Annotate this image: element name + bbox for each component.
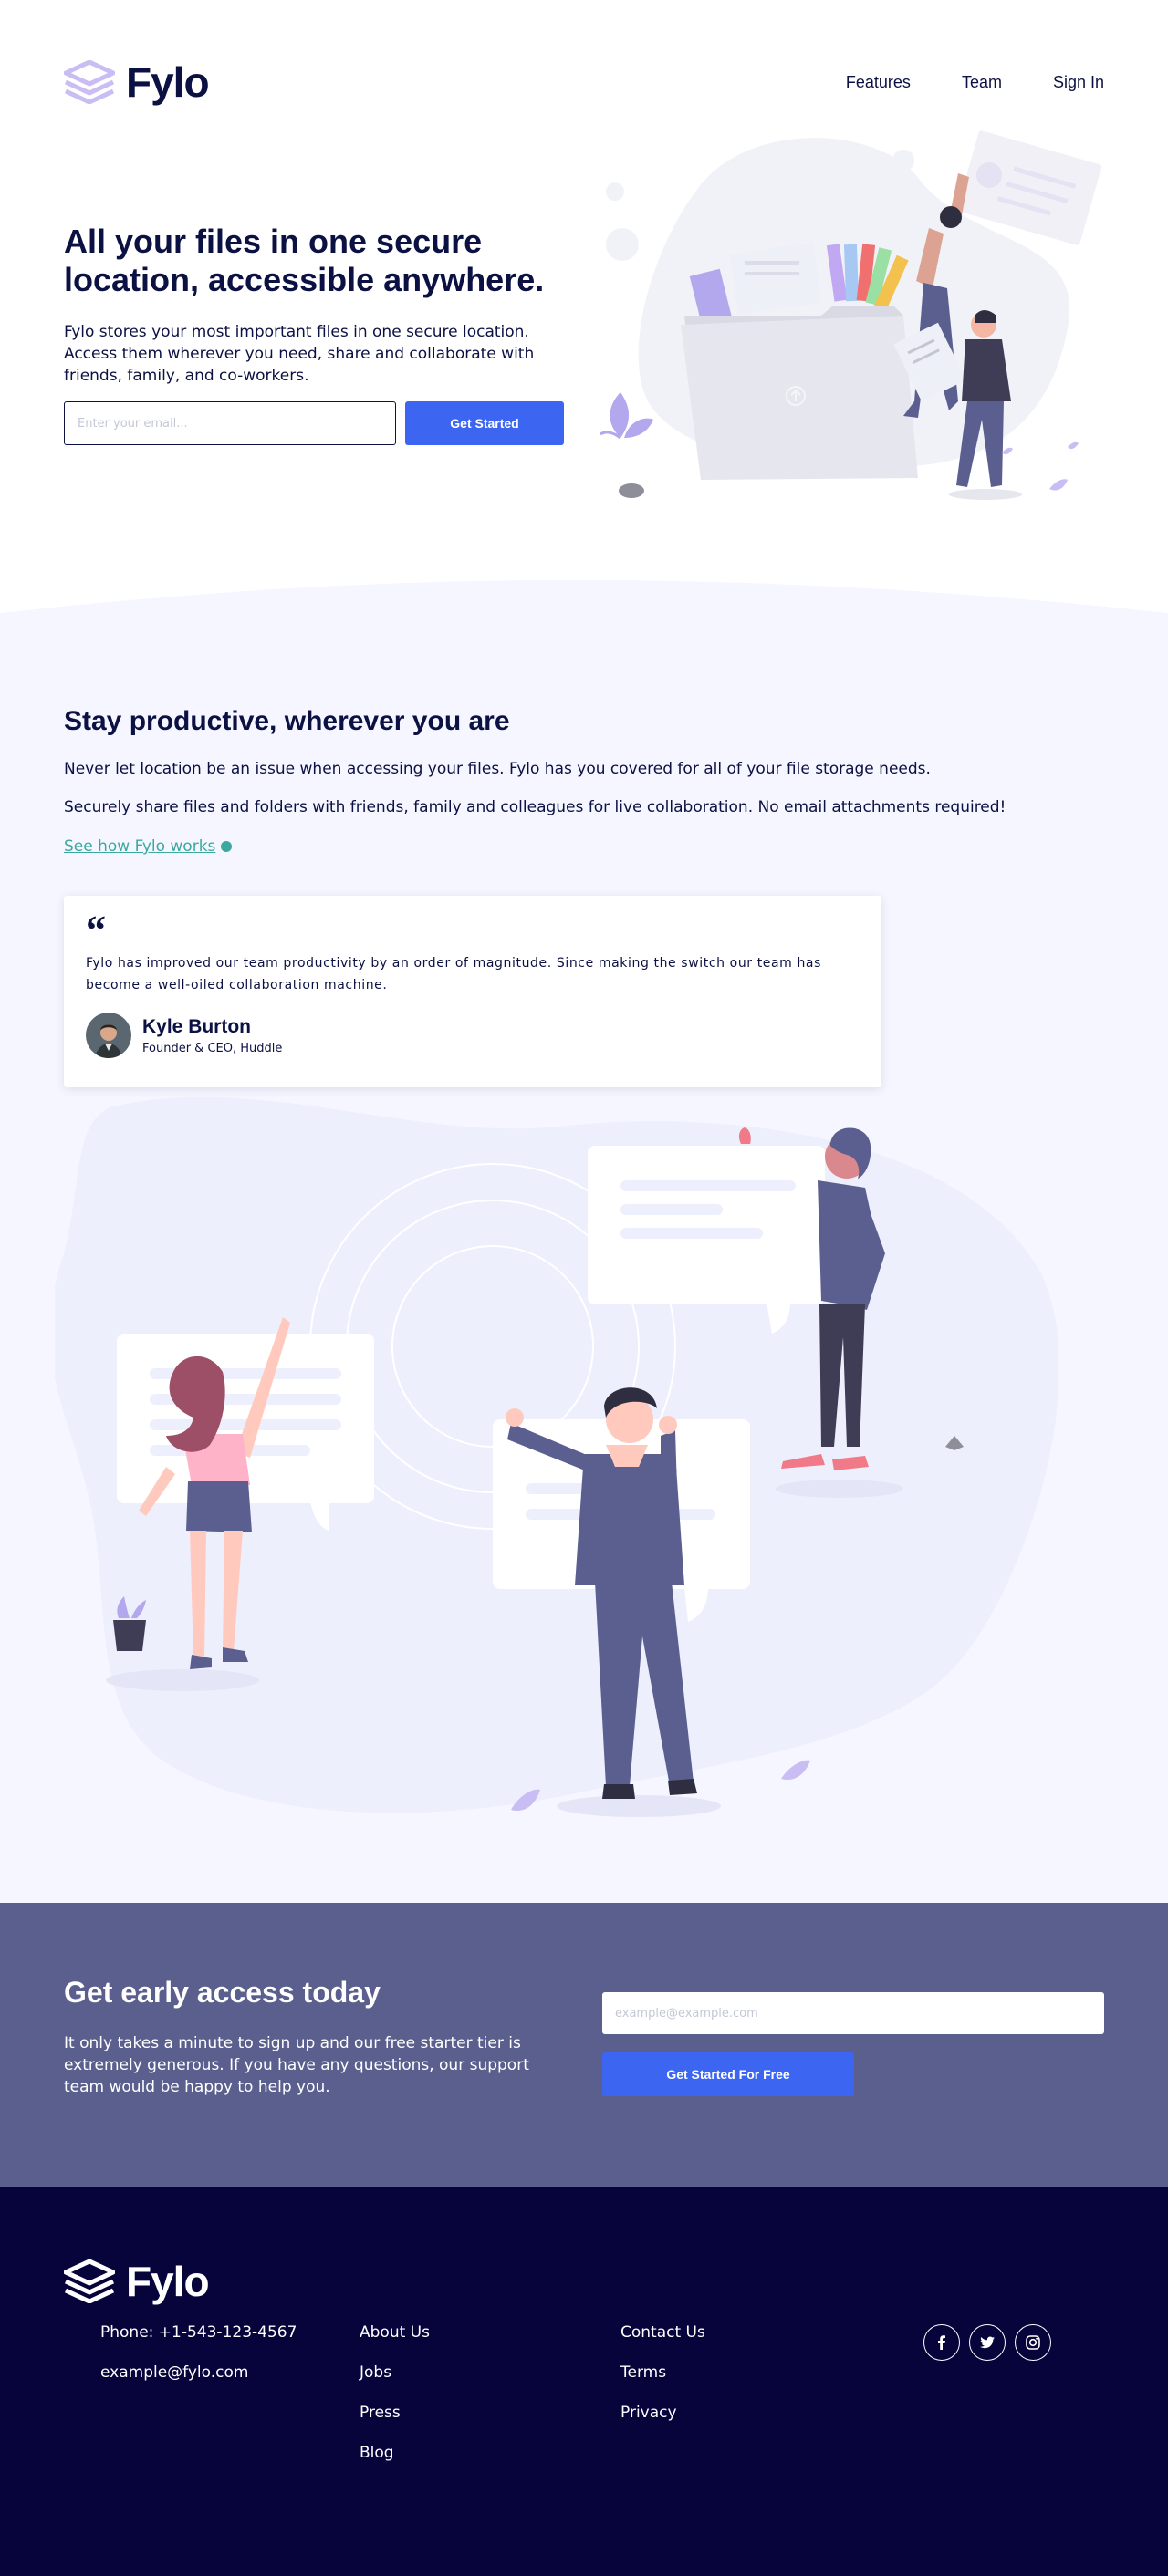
footer-link-about[interactable]: About Us: [360, 2322, 430, 2342]
early-access-description: It only takes a minute to sign up and ou…: [64, 2034, 529, 2096]
nav-team[interactable]: Team: [962, 73, 1002, 92]
productive-title: Stay productive, wherever you are: [64, 706, 510, 736]
hero-illustration: [600, 130, 1102, 500]
footer-email: example@fylo.com: [100, 2363, 249, 2382]
collaboration-illustration: [55, 1096, 1058, 1817]
folder-graphic: [681, 306, 918, 480]
quote-icon: “: [86, 908, 106, 952]
nav-features[interactable]: Features: [846, 73, 911, 92]
author-name: Kyle Burton: [142, 1015, 252, 1037]
footer-link-jobs[interactable]: Jobs: [360, 2363, 430, 2383]
footer-phone: Phone: +1-543-123-4567: [100, 2323, 297, 2342]
get-started-button[interactable]: Get Started: [405, 401, 564, 445]
footer-link-privacy[interactable]: Privacy: [620, 2403, 705, 2423]
twitter-icon[interactable]: [969, 2324, 1006, 2361]
logo-layers-icon: [64, 2259, 115, 2303]
author-info: Kyle Burton Founder & CEO, Huddle: [142, 1016, 282, 1055]
page: Fylo Features Team Sign In All your file…: [0, 0, 1168, 2576]
footer-logo[interactable]: Fylo: [64, 2257, 210, 2306]
avatar: [86, 1013, 131, 1058]
footer: Fylo Phone: +1-543-123-4567 example@fylo…: [0, 2187, 1168, 2576]
testimonial-text: Fylo has improved our team productivity …: [86, 956, 822, 992]
footer-link-blog[interactable]: Blog: [360, 2443, 430, 2463]
footer-link-contact[interactable]: Contact Us: [620, 2322, 705, 2342]
logo-layers-icon: [64, 60, 115, 104]
productive-text: Stay productive, wherever you are Never …: [64, 706, 1104, 856]
social-links: [923, 2324, 1051, 2361]
hero-description: Fylo stores your most important files in…: [64, 323, 535, 385]
main-nav: Features Team Sign In: [846, 73, 1104, 92]
author-role: Founder & CEO, Huddle: [142, 1041, 283, 1055]
see-how-link-label: See how Fylo works: [64, 837, 216, 856]
header: Fylo Features Team Sign In: [64, 55, 1104, 109]
footer-links-col-1: About Us Jobs Press Blog: [360, 2322, 430, 2483]
footer-link-press[interactable]: Press: [360, 2403, 430, 2423]
nav-signin[interactable]: Sign In: [1053, 73, 1104, 92]
footer-links-col-2: Contact Us Terms Privacy: [620, 2322, 705, 2443]
hero-text: All your files in one secure location, a…: [64, 223, 575, 387]
hero-title: All your files in one secure location, a…: [64, 223, 545, 298]
arrow-circle-icon: [221, 841, 233, 852]
facebook-icon[interactable]: [923, 2324, 960, 2361]
hero-signup-form: Get Started: [64, 401, 564, 445]
early-access-section: Get early access today It only takes a m…: [0, 1903, 1168, 2187]
testimonial-author: Kyle Burton Founder & CEO, Huddle: [86, 1013, 860, 1058]
logo-text: Fylo: [126, 58, 210, 106]
logo[interactable]: Fylo: [64, 57, 210, 107]
get-started-for-free-button[interactable]: Get Started For Free: [602, 2052, 854, 2096]
early-access-title: Get early access today: [64, 1976, 381, 2009]
see-how-fylo-works-link[interactable]: See how Fylo works: [64, 837, 233, 856]
hero-email-input[interactable]: [64, 401, 396, 445]
footer-link-terms[interactable]: Terms: [620, 2363, 705, 2383]
footer-logo-text: Fylo: [126, 2258, 210, 2305]
testimonial-card: “ Fylo has improved our team productivit…: [64, 896, 881, 1087]
productive-paragraph-1: Never let location be an issue when acce…: [64, 760, 931, 778]
footer-contact: Phone: +1-543-123-4567 example@fylo.com: [100, 2322, 297, 2403]
plant-icon: [600, 392, 653, 440]
early-access-email-input[interactable]: [602, 1992, 1104, 2034]
productive-paragraph-2: Securely share files and folders with fr…: [64, 798, 1006, 816]
instagram-icon[interactable]: [1015, 2324, 1051, 2361]
